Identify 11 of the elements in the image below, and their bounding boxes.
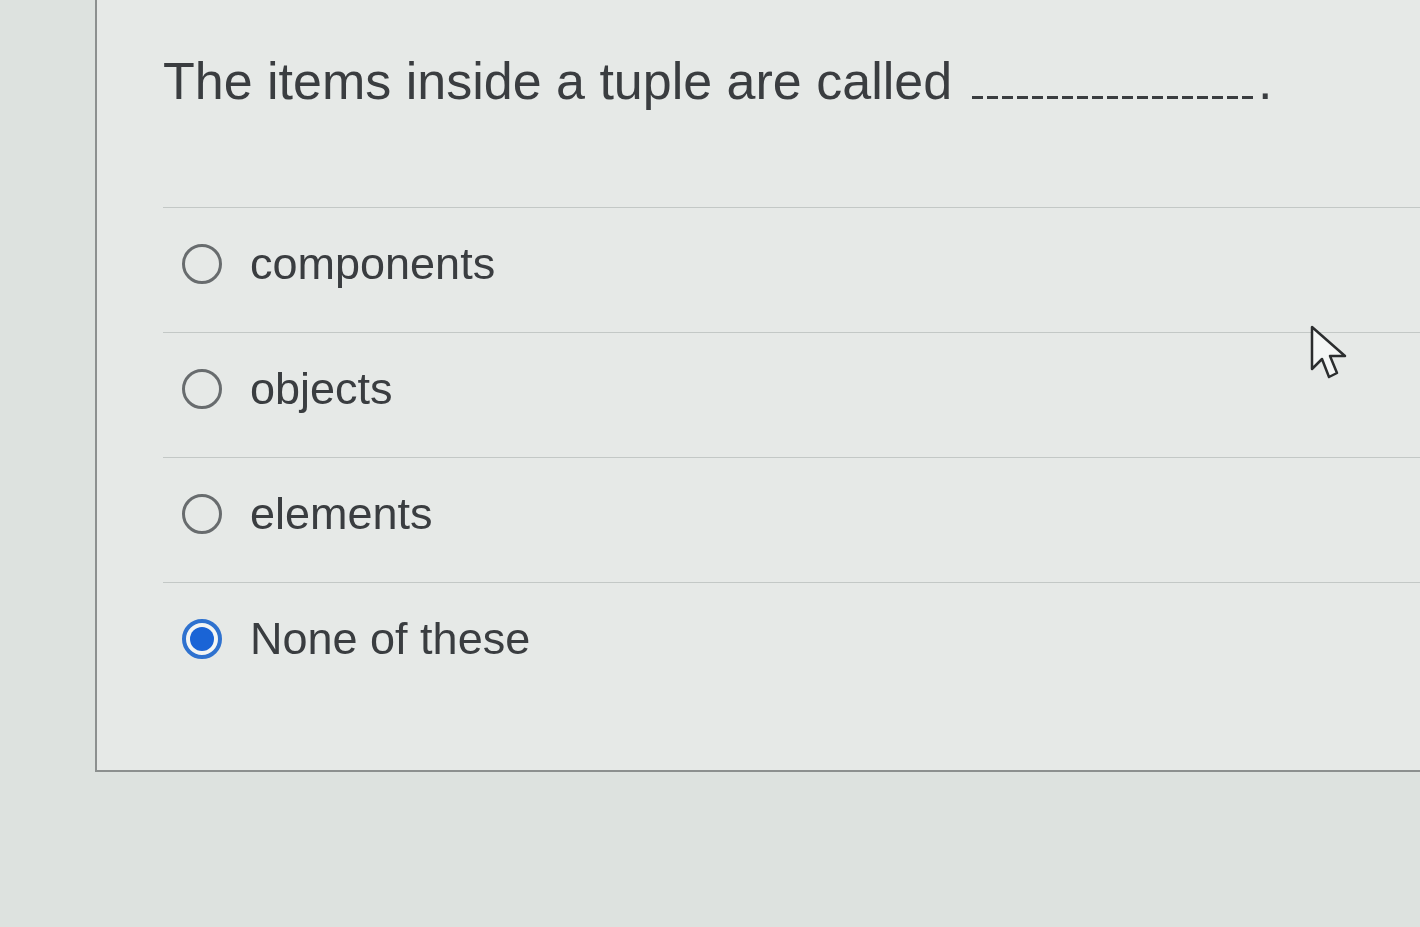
option-label[interactable]: None of these: [250, 612, 531, 666]
mouse-pointer-icon: [1310, 325, 1348, 381]
radio-button[interactable]: [182, 244, 222, 284]
radio-button[interactable]: [182, 619, 222, 659]
question-period: .: [1258, 51, 1273, 112]
question-text: The items inside a tuple are called: [163, 51, 953, 112]
option-label[interactable]: objects: [250, 362, 393, 416]
radio-button[interactable]: [182, 494, 222, 534]
option-label[interactable]: components: [250, 237, 496, 291]
option-label[interactable]: elements: [250, 487, 433, 541]
radio-button[interactable]: [182, 369, 222, 409]
